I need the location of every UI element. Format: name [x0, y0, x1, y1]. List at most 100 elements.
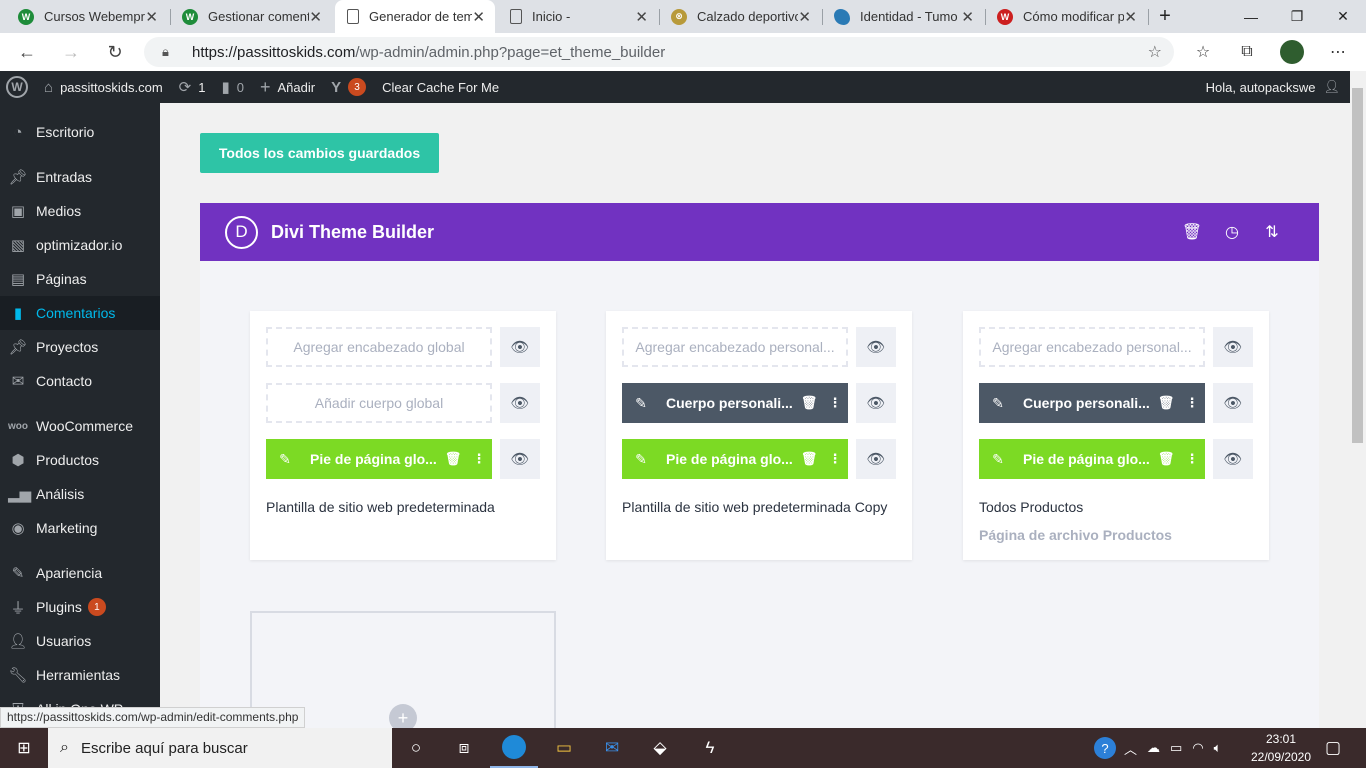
edit-icon[interactable]: ✎ [622, 451, 660, 468]
close-icon[interactable]: ✕ [961, 8, 974, 26]
close-icon[interactable]: ✕ [472, 8, 485, 26]
more-icon[interactable]: ⋮ [822, 395, 848, 411]
task-view-icon[interactable]: ⧈ [440, 728, 488, 768]
sidebar-item-productos[interactable]: ⬢ Productos [0, 443, 160, 477]
scrollbar-thumb[interactable] [1352, 88, 1363, 443]
back-button[interactable]: ← [12, 33, 42, 71]
close-icon[interactable]: ✕ [635, 8, 648, 26]
browser-tab[interactable]: Inicio - ✕ [498, 0, 658, 33]
new-tab-button[interactable]: + [1142, 0, 1188, 33]
yoast-link[interactable]: Y3 [323, 71, 374, 103]
wifi-icon[interactable]: ◠ [1192, 740, 1203, 756]
eye-icon[interactable]: 👁︎ [500, 327, 540, 367]
comments-link[interactable]: ▮ 0 [213, 71, 252, 103]
eye-icon[interactable]: 👁︎ [1213, 383, 1253, 423]
trash-icon[interactable]: 🗑︎ [1153, 451, 1179, 467]
trash-icon[interactable]: 🗑︎ [796, 395, 822, 411]
edit-icon[interactable]: ✎ [979, 395, 1017, 412]
add-global-header-slot[interactable]: Agregar encabezado global [266, 327, 492, 367]
add-new-link[interactable]: + Añadir [252, 71, 323, 103]
account-menu[interactable]: Hola, autopackswe 👤︎ [1198, 71, 1350, 103]
favorites-icon[interactable]: ☆ [1186, 33, 1220, 71]
close-icon[interactable]: ✕ [145, 8, 158, 26]
eye-icon[interactable]: 👁︎ [500, 383, 540, 423]
edit-icon[interactable]: ✎ [979, 451, 1017, 468]
dropbox-icon[interactable]: ⬙ [636, 728, 684, 768]
forward-button[interactable]: → [56, 33, 86, 71]
global-footer-template[interactable]: ✎ Pie de página glo... 🗑︎ ⋮ [622, 439, 848, 479]
more-icon[interactable]: ⋮ [1179, 395, 1205, 411]
profile-avatar[interactable] [1275, 33, 1309, 71]
trash-icon[interactable]: 🗑︎ [1153, 395, 1179, 411]
trash-icon[interactable]: 🗑︎ [796, 451, 822, 467]
eye-icon[interactable]: 👁︎ [856, 383, 896, 423]
eye-icon[interactable]: 👁︎ [856, 439, 896, 479]
global-footer-template[interactable]: ✎ Pie de página glo... 🗑︎ ⋮ [979, 439, 1205, 479]
notification-icon[interactable]: ▢ [1310, 728, 1356, 768]
close-window-button[interactable]: ✕ [1320, 0, 1366, 33]
browser-tab[interactable]: W Cómo modificar p ✕ [987, 0, 1147, 33]
edit-icon[interactable]: ✎ [622, 395, 660, 412]
sidebar-item-entradas[interactable]: 📌︎ Entradas [0, 160, 160, 194]
more-icon[interactable]: ⋮ [822, 451, 848, 467]
custom-body-template[interactable]: ✎ Cuerpo personali... 🗑︎ ⋮ [979, 383, 1205, 423]
app-icon[interactable]: ϟ [686, 728, 734, 768]
global-footer-template[interactable]: ✎ Pie de página glo... 🗑︎ ⋮ [266, 439, 492, 479]
import-export-icon[interactable]: ⇅ [1252, 203, 1292, 261]
cortana-icon[interactable]: ○ [392, 728, 440, 768]
sidebar-item-contacto[interactable]: ✉ Contacto [0, 364, 160, 398]
browser-tab[interactable]: ⊗ Calzado deportivo ✕ [661, 0, 821, 33]
reload-button[interactable]: ↻ [100, 33, 130, 71]
trash-icon[interactable]: 🗑︎ [440, 451, 466, 467]
close-icon[interactable]: ✕ [1124, 8, 1137, 26]
sidebar-item-optimizador[interactable]: ▧ optimizador.io [0, 228, 160, 262]
windows-start-icon[interactable]: ⊞ [0, 728, 48, 768]
restore-button[interactable]: ❐ [1274, 0, 1320, 33]
sidebar-item-woocommerce[interactable]: woo WooCommerce [0, 409, 160, 443]
star-icon[interactable]: ☆ [1148, 42, 1162, 62]
updates-link[interactable]: ⟳ 1 [171, 71, 214, 103]
clear-cache-link[interactable]: Clear Cache For Me [374, 71, 507, 103]
minimize-button[interactable]: — [1228, 0, 1274, 33]
sidebar-item-proyectos[interactable]: 📌︎ Proyectos [0, 330, 160, 364]
taskbar-clock[interactable]: 23:01 22/09/2020 [1250, 730, 1312, 766]
saved-status-button[interactable]: Todos los cambios guardados [200, 133, 439, 173]
sidebar-item-apariencia[interactable]: ✎ Apariencia [0, 556, 160, 590]
close-icon[interactable]: ✕ [798, 8, 811, 26]
address-bar[interactable]: 🔒︎ https://passittoskids.com/wp-admin/ad… [144, 37, 1174, 67]
sidebar-item-plugins[interactable]: ⏚ Plugins 1 [0, 590, 160, 624]
browser-tab[interactable]: W Gestionar coment ✕ [172, 0, 332, 33]
collections-icon[interactable]: ⧉ [1230, 33, 1264, 71]
more-icon[interactable]: ⋮ [466, 451, 492, 467]
edge-icon[interactable] [490, 728, 538, 768]
more-menu-icon[interactable]: ⋯ [1321, 33, 1355, 71]
sidebar-item-comentarios[interactable]: ▮ Comentarios [0, 296, 160, 330]
sidebar-item-escritorio[interactable]: ◔ Escritorio [0, 115, 160, 149]
trash-icon[interactable]: 🗑︎ [1172, 203, 1212, 261]
sidebar-item-medios[interactable]: ▣ Medios [0, 194, 160, 228]
eye-icon[interactable]: 👁︎ [856, 327, 896, 367]
sidebar-item-paginas[interactable]: ▤ Páginas [0, 262, 160, 296]
sidebar-item-herramientas[interactable]: 🔧︎ Herramientas [0, 658, 160, 692]
help-icon[interactable]: ? [1094, 737, 1116, 759]
add-template-plus-icon[interactable]: + [389, 704, 417, 728]
browser-tab[interactable]: Identidad - Tumo ✕ [824, 0, 984, 33]
history-icon[interactable]: ◷ [1212, 203, 1252, 261]
browser-tab-active[interactable]: Generador de tem ✕ [335, 0, 495, 33]
add-custom-header-slot[interactable]: Agregar encabezado personal... [979, 327, 1205, 367]
browser-tab[interactable]: W Cursos Webempre ✕ [8, 0, 168, 33]
sidebar-item-analisis[interactable]: ▂▅ Análisis [0, 477, 160, 511]
battery-icon[interactable]: ▭ [1170, 740, 1182, 756]
volume-icon[interactable]: 🔈︎ [1214, 740, 1222, 756]
add-global-body-slot[interactable]: Añadir cuerpo global [266, 383, 492, 423]
sidebar-item-marketing[interactable]: ◉ Marketing [0, 511, 160, 545]
close-icon[interactable]: ✕ [309, 8, 322, 26]
taskbar-search[interactable]: ⌕ Escribe aquí para buscar [48, 728, 392, 768]
chevron-up-icon[interactable]: ︿ [1124, 739, 1137, 758]
site-name-link[interactable]: ⌂ passittoskids.com [36, 71, 171, 103]
file-explorer-icon[interactable]: ▭ [540, 728, 588, 768]
mail-icon[interactable]: ✉ [588, 728, 636, 768]
cloud-icon[interactable]: ☁ [1147, 740, 1160, 756]
sidebar-item-usuarios[interactable]: 👤︎ Usuarios [0, 624, 160, 658]
custom-body-template[interactable]: ✎ Cuerpo personali... 🗑︎ ⋮ [622, 383, 848, 423]
